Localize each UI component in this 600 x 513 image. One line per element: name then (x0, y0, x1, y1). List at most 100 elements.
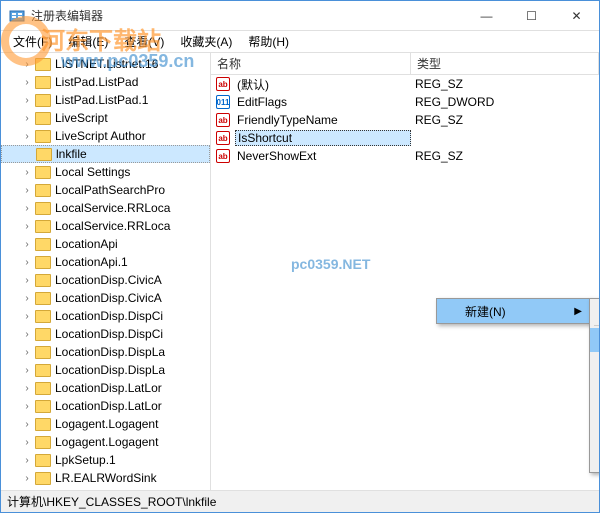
folder-icon (35, 220, 51, 233)
expand-icon[interactable]: › (21, 185, 33, 196)
list-row[interactable]: ab IsShortcut (211, 129, 599, 147)
expand-icon[interactable]: › (21, 473, 33, 484)
expand-icon[interactable]: › (21, 275, 33, 286)
tree-node[interactable]: › Logagent.Logagent (1, 415, 210, 433)
list-row[interactable]: ab(默认)REG_SZ (211, 75, 599, 93)
tree-node[interactable]: ›LocationDisp.CivicA (1, 271, 210, 289)
minimize-button[interactable]: — (464, 2, 509, 30)
tree-node[interactable]: ›LocationDisp.LatLor (1, 379, 210, 397)
maximize-button[interactable]: ☐ (509, 2, 554, 30)
cm-item[interactable]: 项(K) (590, 299, 599, 323)
expand-icon[interactable]: › (21, 383, 33, 394)
cm-item[interactable]: QWORD (64 位)值(Q) (590, 400, 599, 424)
folder-icon (35, 472, 51, 485)
expand-icon[interactable]: › (21, 257, 33, 268)
tree-node[interactable]: ›LocationApi (1, 235, 210, 253)
tree-node[interactable]: › LocationDisp.DispCi (1, 325, 210, 343)
tree-node[interactable]: ›Logagent.Logagent (1, 433, 210, 451)
expand-icon[interactable]: › (21, 95, 33, 106)
tree-node[interactable]: ›LocalService.RRLoca (1, 217, 210, 235)
col-header-type[interactable]: 类型 (411, 53, 599, 74)
string-icon: ab (216, 131, 230, 145)
value-type: REG_DWORD (411, 95, 599, 109)
expand-icon[interactable]: › (21, 419, 33, 430)
tree-node[interactable]: › ListPad.ListPad (1, 73, 210, 91)
cm-item[interactable]: 二进制值(B) (590, 352, 599, 376)
tree-node[interactable]: ›LocationApi.1 (1, 253, 210, 271)
expand-icon[interactable]: › (21, 311, 33, 322)
cm-item[interactable]: 字符串值(S) (590, 328, 599, 352)
tree-label: Logagent.Logagent (55, 417, 158, 431)
tree-label: LpkSetup.1 (55, 453, 116, 467)
statusbar-path: 计算机\HKEY_CLASSES_ROOT\lnkfile (7, 493, 216, 510)
tree-node[interactable]: › LISTNET.Listnet.16 (1, 55, 210, 73)
tree-node[interactable]: ›LocationDisp.LatLor (1, 397, 210, 415)
folder-icon (35, 202, 51, 215)
tree-node[interactable]: ›ListPad.ListPad.1 (1, 91, 210, 109)
expand-icon[interactable]: › (21, 365, 33, 376)
folder-icon (35, 310, 51, 323)
value-name: IsShortcut (235, 130, 411, 146)
expand-icon[interactable]: › (21, 221, 33, 232)
tree-node[interactable]: ›Local Settings (1, 163, 210, 181)
menu-help[interactable]: 帮助(H) (240, 31, 297, 52)
close-button[interactable]: ✕ (554, 2, 599, 30)
expand-icon[interactable]: › (21, 203, 33, 214)
value-name: (默认) (235, 76, 411, 93)
cm-item[interactable]: DWORD (32 位)值(D) (590, 376, 599, 400)
expand-icon[interactable]: › (21, 437, 33, 448)
value-type: REG_SZ (411, 113, 599, 127)
tree-label: LocalPathSearchPro (55, 183, 165, 197)
value-name: EditFlags (235, 95, 411, 109)
tree-node[interactable]: › LocalService.RRLoca (1, 199, 210, 217)
tree-node[interactable]: ›LiveScript (1, 109, 210, 127)
expand-icon[interactable]: › (21, 329, 33, 340)
menu-edit[interactable]: 编辑(E) (60, 31, 116, 52)
submenu-arrow-icon: ▶ (574, 306, 582, 317)
folder-icon (35, 436, 51, 449)
expand-icon[interactable]: › (21, 293, 33, 304)
tree-node[interactable]: ›LocationDisp.DispLa (1, 343, 210, 361)
tree-label: LISTNET.Listnet.16 (55, 57, 158, 71)
expand-icon[interactable]: › (21, 239, 33, 250)
cm-item[interactable]: 可扩充字符串值(E) (590, 448, 599, 472)
col-header-name[interactable]: 名称 (211, 53, 411, 74)
expand-icon[interactable]: › (21, 59, 33, 70)
tree-node[interactable]: ›LocationDisp.CivicA (1, 289, 210, 307)
cm-label: 新建(N) (465, 303, 506, 320)
menu-view[interactable]: 查看(V) (116, 31, 172, 52)
menu-file[interactable]: 文件(F) (5, 31, 60, 52)
folder-icon (35, 58, 51, 71)
tree-node[interactable]: › LpkSetup.1 (1, 451, 210, 469)
tree-label: LocationDisp.DispCi (55, 327, 163, 341)
window-title: 注册表编辑器 (31, 7, 464, 24)
tree-node[interactable]: › LocationDisp.DispCi (1, 307, 210, 325)
list-row[interactable]: abNeverShowExtREG_SZ (211, 147, 599, 165)
menu-fav[interactable]: 收藏夹(A) (172, 31, 240, 52)
tree-node[interactable]: ›LocationDisp.DispLa (1, 361, 210, 379)
tree-node[interactable]: ›LiveScript Author (1, 127, 210, 145)
tree-node[interactable]: › LocalPathSearchPro (1, 181, 210, 199)
cm-item-new[interactable]: 新建(N) ▶ (437, 299, 590, 323)
tree-label: LocalService.RRLoca (55, 201, 170, 215)
folder-icon (35, 364, 51, 377)
tree-label: ListPad.ListPad (55, 75, 138, 89)
list-body[interactable]: ab(默认)REG_SZ011EditFlagsREG_DWORDabFrien… (211, 75, 599, 490)
expand-icon[interactable]: › (21, 113, 33, 124)
value-icon: ab (215, 148, 231, 164)
tree-node[interactable]: ›LR.EALRWordSink (1, 469, 210, 487)
list-row[interactable]: abFriendlyTypeNameREG_SZ (211, 111, 599, 129)
expand-icon[interactable]: › (21, 455, 33, 466)
cm-item[interactable]: 多字符串值(M) (590, 424, 599, 448)
app-icon (9, 8, 25, 24)
expand-icon[interactable]: › (21, 77, 33, 88)
expand-icon[interactable]: › (21, 347, 33, 358)
tree-pane[interactable]: › LISTNET.Listnet.16 › ListPad.ListPad ›List… (1, 53, 211, 490)
expand-icon[interactable]: › (21, 167, 33, 178)
expand-icon[interactable]: › (21, 131, 33, 142)
tree-node[interactable]: lnkfile (1, 145, 210, 163)
tree-label: LocationDisp.DispCi (55, 309, 163, 323)
list-row[interactable]: 011EditFlagsREG_DWORD (211, 93, 599, 111)
expand-icon[interactable]: › (21, 401, 33, 412)
folder-icon (35, 76, 51, 89)
